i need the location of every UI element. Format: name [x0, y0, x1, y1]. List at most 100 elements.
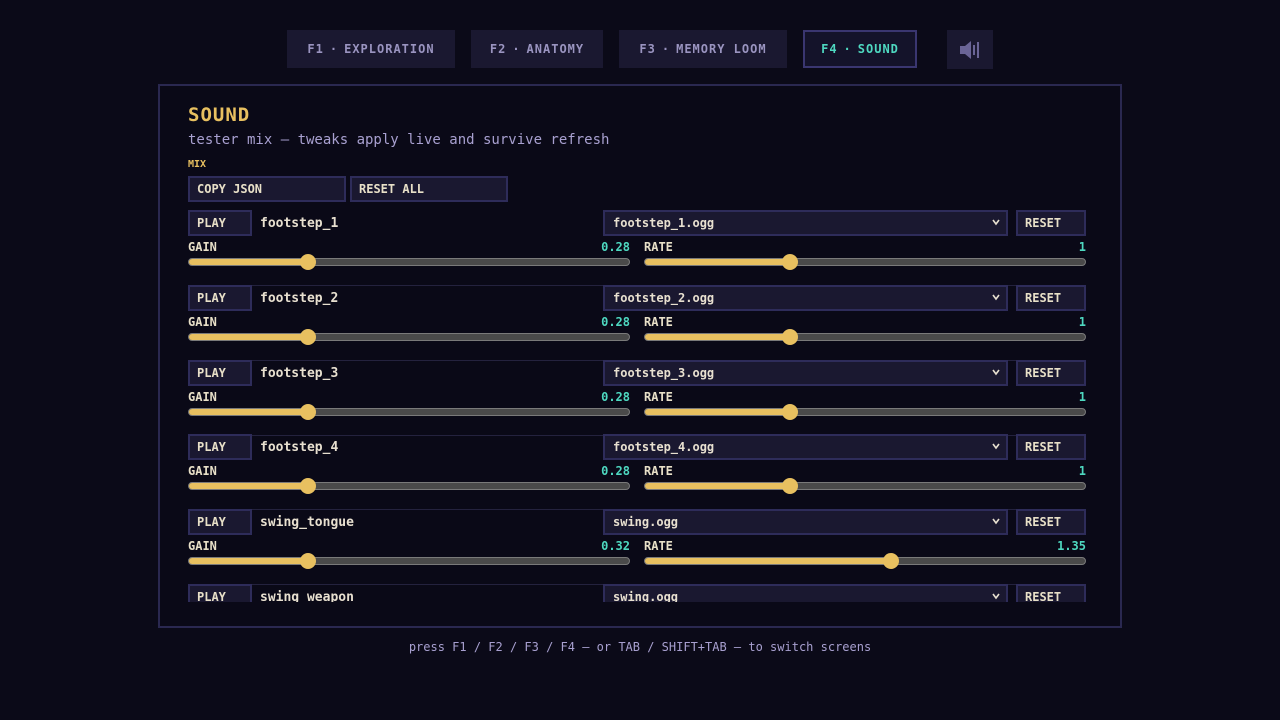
tab-key: F4 — [821, 42, 838, 56]
rate-slider-thumb[interactable] — [782, 254, 799, 270]
reset-button[interactable]: RESET — [1016, 359, 1086, 386]
screen-tabs: F1 · EXPLORATION F2 · ANATOMY F3 · MEMOR… — [0, 30, 1280, 70]
chevron-down-icon — [992, 518, 1000, 525]
rate-value: 1 — [1078, 389, 1086, 404]
gain-slider[interactable] — [188, 403, 630, 420]
tab-label: MEMORY LOOM — [676, 42, 767, 56]
gain-slider-fill — [189, 333, 308, 340]
sound-name: footstep_2 — [260, 290, 339, 306]
rate-slider[interactable] — [644, 254, 1086, 270]
sound-file-select[interactable]: footstep_3.ogg — [603, 359, 1008, 386]
gain-slider[interactable] — [188, 478, 630, 495]
sound-list[interactable]: PLAY footstep_1 footstep_1.ogg RESET GAI… — [188, 210, 1086, 602]
sound-file-value: swing.ogg — [613, 590, 679, 602]
gain-slider-thumb[interactable] — [299, 254, 316, 270]
rate-slider-thumb[interactable] — [782, 403, 799, 420]
chevron-down-icon — [992, 294, 1000, 301]
sound-name: footstep_1 — [260, 216, 339, 231]
tab-separator: · — [661, 42, 671, 56]
tab-anatomy[interactable]: F2 · ANATOMY — [471, 30, 603, 68]
tab-separator: · — [329, 42, 339, 56]
reset-button[interactable]: RESET — [1016, 284, 1086, 311]
sound-panel: SOUND tester mix — tweaks apply live and… — [158, 84, 1122, 628]
gain-slider-thumb[interactable] — [299, 328, 316, 345]
rate-label: RATE — [644, 240, 673, 254]
tab-memory-loom[interactable]: F3 · MEMORY LOOM — [619, 30, 787, 68]
tab-label: ANATOMY — [526, 42, 585, 56]
tab-sound[interactable]: F4 · SOUND — [803, 30, 917, 68]
chevron-down-icon — [992, 593, 1000, 600]
sound-row: PLAY swing_tongue swing.ogg RESET GAIN 0… — [188, 509, 1086, 586]
sound-file-select[interactable]: footstep_1.ogg — [603, 210, 1008, 236]
rate-slider-fill — [645, 408, 791, 415]
sound-file-select[interactable]: swing.ogg — [603, 509, 1008, 536]
sound-toggle-button[interactable] — [947, 30, 993, 69]
copy-json-button[interactable]: COPY JSON — [188, 176, 346, 202]
tab-key: F1 — [307, 42, 324, 56]
play-button[interactable]: PLAY — [188, 210, 252, 236]
rate-value: 1.35 — [1057, 539, 1086, 554]
play-button[interactable]: PLAY — [188, 509, 252, 536]
gain-label: GAIN — [188, 389, 217, 404]
rate-label: RATE — [644, 314, 673, 329]
play-button[interactable]: PLAY — [188, 284, 252, 311]
rate-slider-thumb[interactable] — [883, 553, 900, 570]
tab-exploration[interactable]: F1 · EXPLORATION — [287, 30, 455, 68]
gain-slider[interactable] — [188, 254, 630, 270]
gain-slider[interactable] — [188, 553, 630, 570]
gain-slider[interactable] — [188, 328, 630, 345]
gain-slider-thumb[interactable] — [299, 403, 316, 420]
reset-button[interactable]: RESET — [1016, 584, 1086, 602]
gain-slider-thumb[interactable] — [299, 478, 316, 495]
sound-name: footstep_4 — [260, 440, 339, 456]
rate-slider-thumb[interactable] — [782, 478, 799, 495]
gain-label: GAIN — [188, 539, 217, 554]
sound-row: PLAY footstep_3 footstep_3.ogg RESET GAI… — [188, 359, 1086, 436]
chevron-down-icon — [992, 443, 1000, 450]
sound-file-select[interactable]: swing.ogg — [603, 584, 1008, 602]
rate-slider[interactable] — [644, 553, 1086, 570]
rate-label: RATE — [644, 389, 673, 404]
play-button[interactable]: PLAY — [188, 359, 252, 386]
sound-file-value: footstep_2.ogg — [613, 290, 715, 305]
sound-name: swing_tongue — [260, 515, 354, 531]
gain-label: GAIN — [188, 464, 217, 479]
reset-button[interactable]: RESET — [1016, 509, 1086, 536]
sound-name: footstep_3 — [260, 365, 339, 381]
rate-label: RATE — [644, 464, 673, 479]
speaker-icon — [960, 40, 979, 59]
tab-label: EXPLORATION — [344, 42, 435, 56]
tab-key: F2 — [489, 42, 507, 56]
gain-label: GAIN — [188, 314, 217, 329]
gain-slider-fill — [189, 558, 308, 565]
rate-slider[interactable] — [644, 403, 1086, 420]
gain-value: 0.28 — [601, 240, 630, 254]
reset-button[interactable]: RESET — [1016, 434, 1086, 461]
play-button[interactable]: PLAY — [188, 584, 252, 602]
rate-slider-fill — [645, 259, 791, 265]
rate-slider[interactable] — [644, 328, 1086, 345]
rate-slider-fill — [645, 483, 791, 490]
chevron-down-icon — [992, 369, 1000, 375]
play-button[interactable]: PLAY — [188, 434, 252, 461]
page-subtitle: tester mix — tweaks apply live and survi… — [188, 132, 610, 148]
page-title: SOUND — [188, 104, 251, 126]
reset-all-button[interactable]: RESET ALL — [350, 176, 508, 202]
rate-value: 1 — [1078, 464, 1086, 479]
gain-slider-fill — [189, 259, 308, 265]
rate-value: 1 — [1078, 314, 1086, 329]
gain-slider-thumb[interactable] — [299, 553, 316, 570]
reset-button[interactable]: RESET — [1016, 210, 1086, 236]
gain-slider-fill — [189, 408, 308, 415]
rate-slider[interactable] — [644, 478, 1086, 495]
mix-section-label: MIX — [188, 159, 207, 170]
sound-file-select[interactable]: footstep_4.ogg — [603, 434, 1008, 461]
rate-slider-fill — [645, 558, 892, 565]
sound-file-value: swing.ogg — [613, 515, 679, 530]
sound-file-select[interactable]: footstep_2.ogg — [603, 284, 1008, 311]
rate-slider-thumb[interactable] — [782, 328, 799, 345]
sound-file-value: footstep_4.ogg — [613, 440, 715, 455]
sound-file-value: footstep_3.ogg — [613, 365, 715, 380]
sound-row: PLAY footstep_4 footstep_4.ogg RESET GAI… — [188, 434, 1086, 511]
rate-value: 1 — [1078, 240, 1086, 254]
